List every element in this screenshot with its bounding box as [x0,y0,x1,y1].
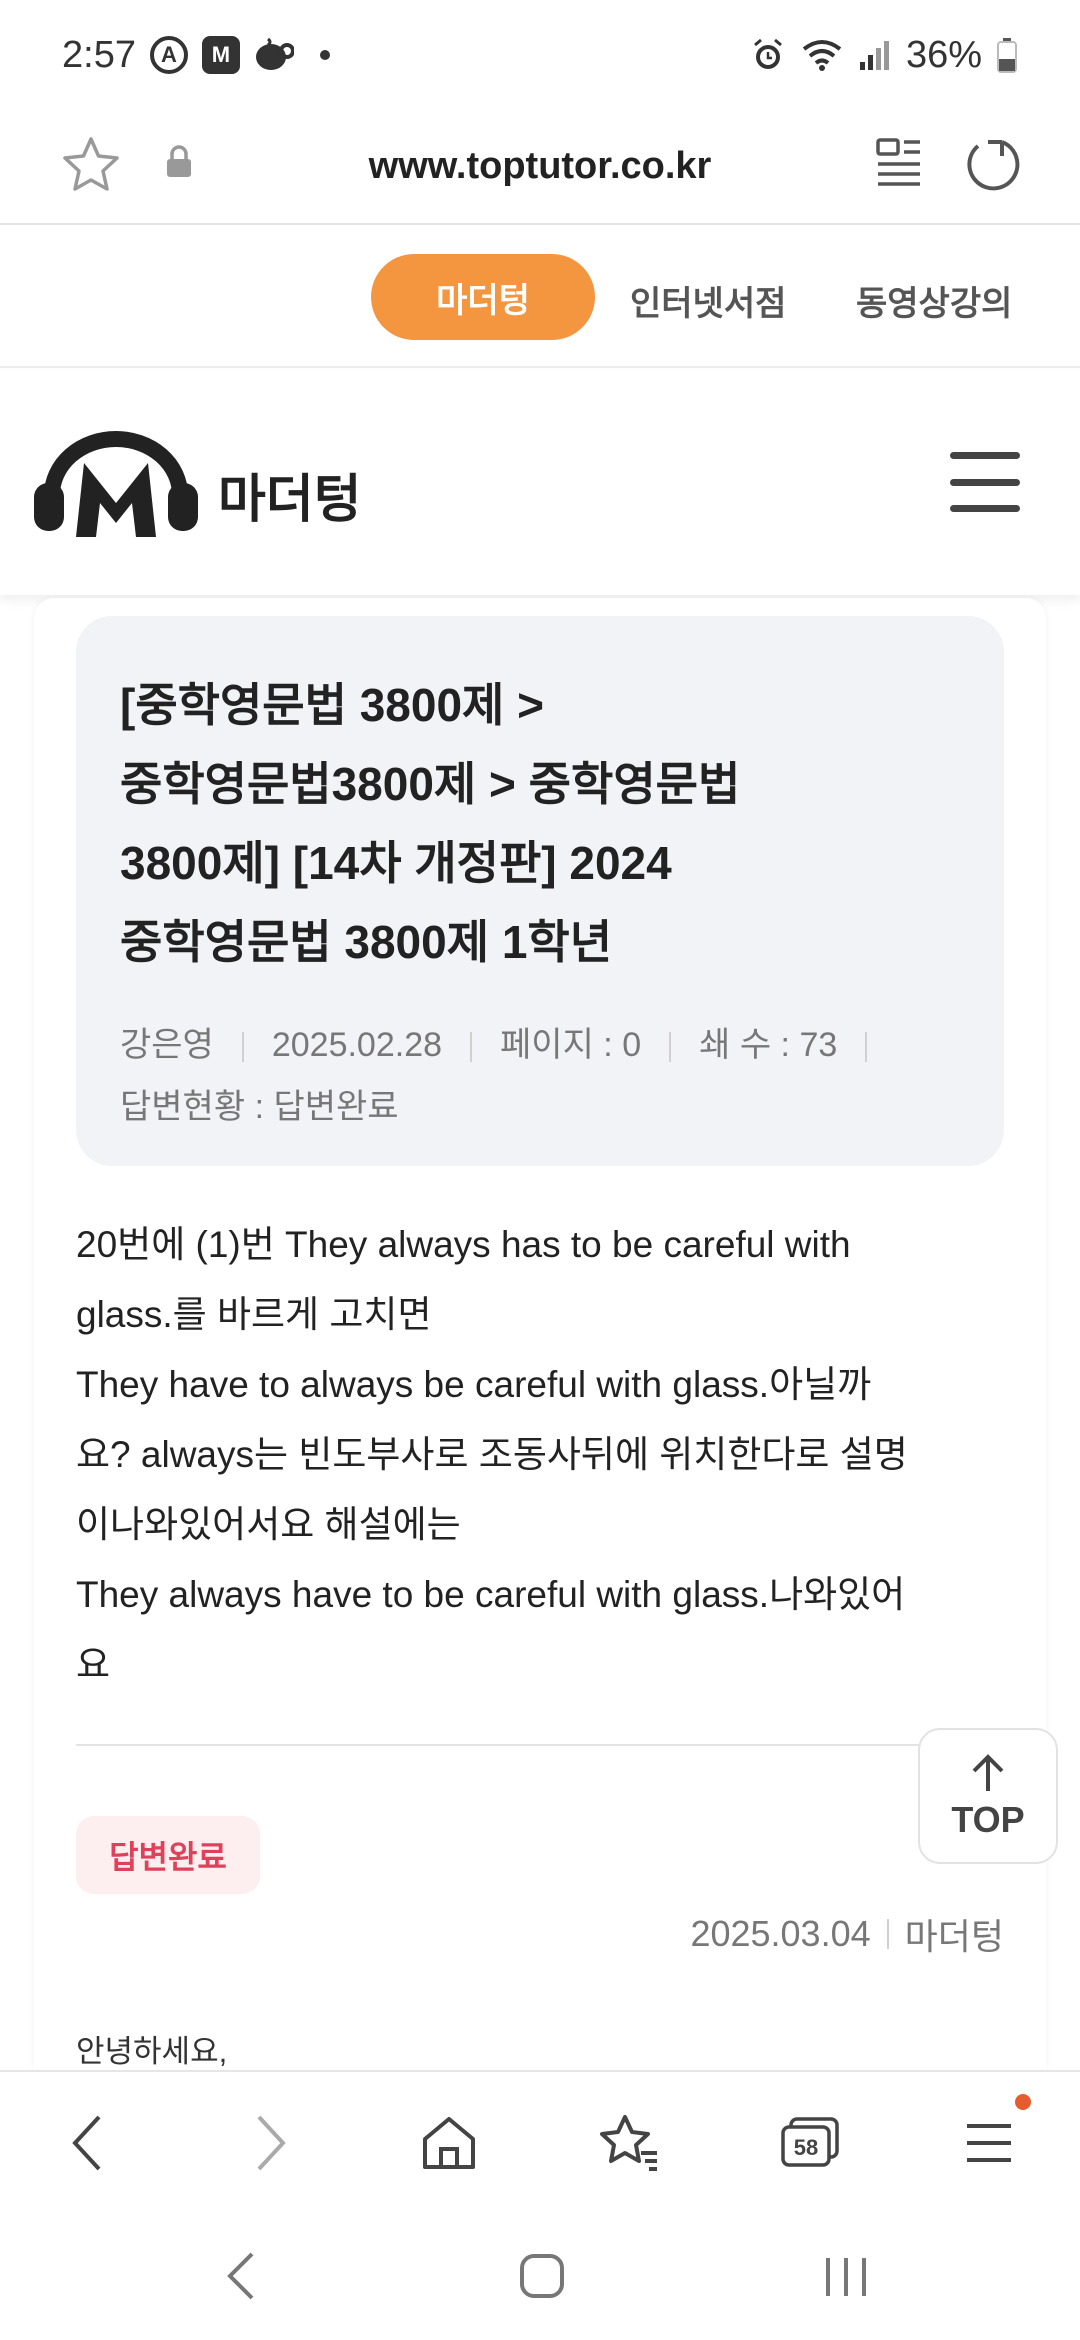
meta-separator [669,1032,672,1063]
tabs-icon[interactable]: 58 [776,2108,846,2178]
arrow-up-icon [972,1754,1004,1791]
question-author: 강은영 [120,1026,214,1064]
menu-line [950,452,1020,459]
wifi-icon [800,37,844,73]
menu-line [950,478,1020,486]
m-app-icon: M [201,36,240,74]
meta-separator [865,1032,868,1063]
forward-icon[interactable] [236,2108,306,2178]
question-body-line: They always have to be careful with glas… [76,1574,906,1615]
system-navigation-bar [0,2210,1080,2340]
system-home-icon[interactable] [518,2250,566,2307]
question-body-line: 요? always는 빈도부사로 조동사뒤에 위치한다로 설명 [76,1434,908,1475]
reload-icon[interactable] [962,134,1022,199]
question-title-line: 중학영문법3800제 > 중학영문법 [120,758,741,810]
question-body-line: 20번에 (1)번 They always has to be careful … [76,1224,851,1265]
status-right: 36% [750,34,1018,77]
status-left: 2:57 A M [62,34,330,77]
nav-item-madertung[interactable]: 마더텅 [371,254,595,340]
question-body-line: 요 [76,1644,111,1685]
tab-count: 58 [794,2135,818,2160]
menu-line [950,505,1020,512]
question-body-line: 이나와있어서요 해설에는 [76,1504,461,1545]
site-menu-button[interactable] [950,452,1020,512]
question-date: 2025.02.28 [271,1026,443,1064]
meta-separator [886,1919,889,1949]
question-body-line: glass.를 바르게 고치면 [76,1294,432,1335]
home-icon[interactable] [414,2108,484,2178]
question-title: [중학영문법 3800제 > 중학영문법3800제 > 중학영문법 3800제]… [120,666,880,982]
battery-icon [996,37,1018,73]
question-answer-status: 답변현황 : 답변완료 [120,1088,399,1126]
site-top-nav: 마더텅 인터넷서점 동영상강의 [0,226,1080,368]
answer-author: 마더텅 [904,1916,1004,1957]
meta-separator [241,1032,244,1063]
browser-url-bar: www.toptutor.co.kr [0,110,1080,225]
scroll-top-button[interactable]: TOP [918,1728,1058,1864]
question-meta: 강은영 2025.02.28 페이지 : 0 쇄 수 : 73 답변현황 : 답변완료 [120,1014,960,1138]
answer-status-badge: 답변완료 [76,1816,260,1894]
browser-bottom-bar: 58 [0,2070,1080,2210]
scroll-top-label: TOP [951,1799,1025,1840]
question-page: 페이지 : 0 [500,1026,642,1064]
site-logo[interactable]: 마더텅 [32,425,362,541]
nav-item-internet-bookstore[interactable]: 인터넷서점 [630,276,786,325]
status-time: 2:57 [62,33,136,76]
answer-greeting: 안녕하세요, [76,2034,228,2069]
a-circle-icon: A [149,36,188,74]
system-recents-icon[interactable] [822,2250,870,2307]
question-title-line: 중학영문법 3800제 1학년 [120,916,613,968]
alarm-icon [750,37,786,73]
qa-content-card: [중학영문법 3800제 > 중학영문법3800제 > 중학영문법 3800제]… [34,598,1046,2070]
answer-meta: 2025.03.04 마더텅 [690,1908,1004,1960]
system-back-icon[interactable] [222,2250,258,2307]
signal-icon [858,38,892,72]
reader-mode-icon[interactable] [875,136,923,195]
site-header: 마더텅 [0,370,1080,595]
notification-dot-icon [319,50,330,60]
menu-notification-dot [1015,2094,1031,2110]
question-header-box: [중학영문법 3800제 > 중학영문법3800제 > 중학영문법 3800제]… [76,616,1004,1166]
headphone-m-logo-icon [34,431,198,537]
answer-date: 2025.03.04 [690,1913,871,1954]
bookmarks-icon[interactable] [594,2108,664,2178]
battery-percent: 36% [905,33,982,76]
question-title-line: 3800제] [14차 개정판] 2024 [120,837,672,889]
divider [76,1744,1004,1746]
logo-text: 마더텅 [218,470,362,529]
question-title-line: [중학영문법 3800제 > [120,679,544,731]
coffee-icon [254,37,294,73]
back-icon[interactable] [52,2108,122,2178]
question-body-line: They have to always be careful with glas… [76,1364,872,1405]
browser-menu-icon[interactable] [954,2108,1024,2178]
status-bar: 2:57 A M 36% [0,0,1080,110]
nav-item-video-lectures[interactable]: 동영상강의 [856,276,1012,325]
meta-separator [470,1032,473,1063]
question-print-number: 쇄 수 : 73 [699,1026,838,1064]
question-body: 20번에 (1)번 They always has to be careful … [76,1210,1006,1700]
